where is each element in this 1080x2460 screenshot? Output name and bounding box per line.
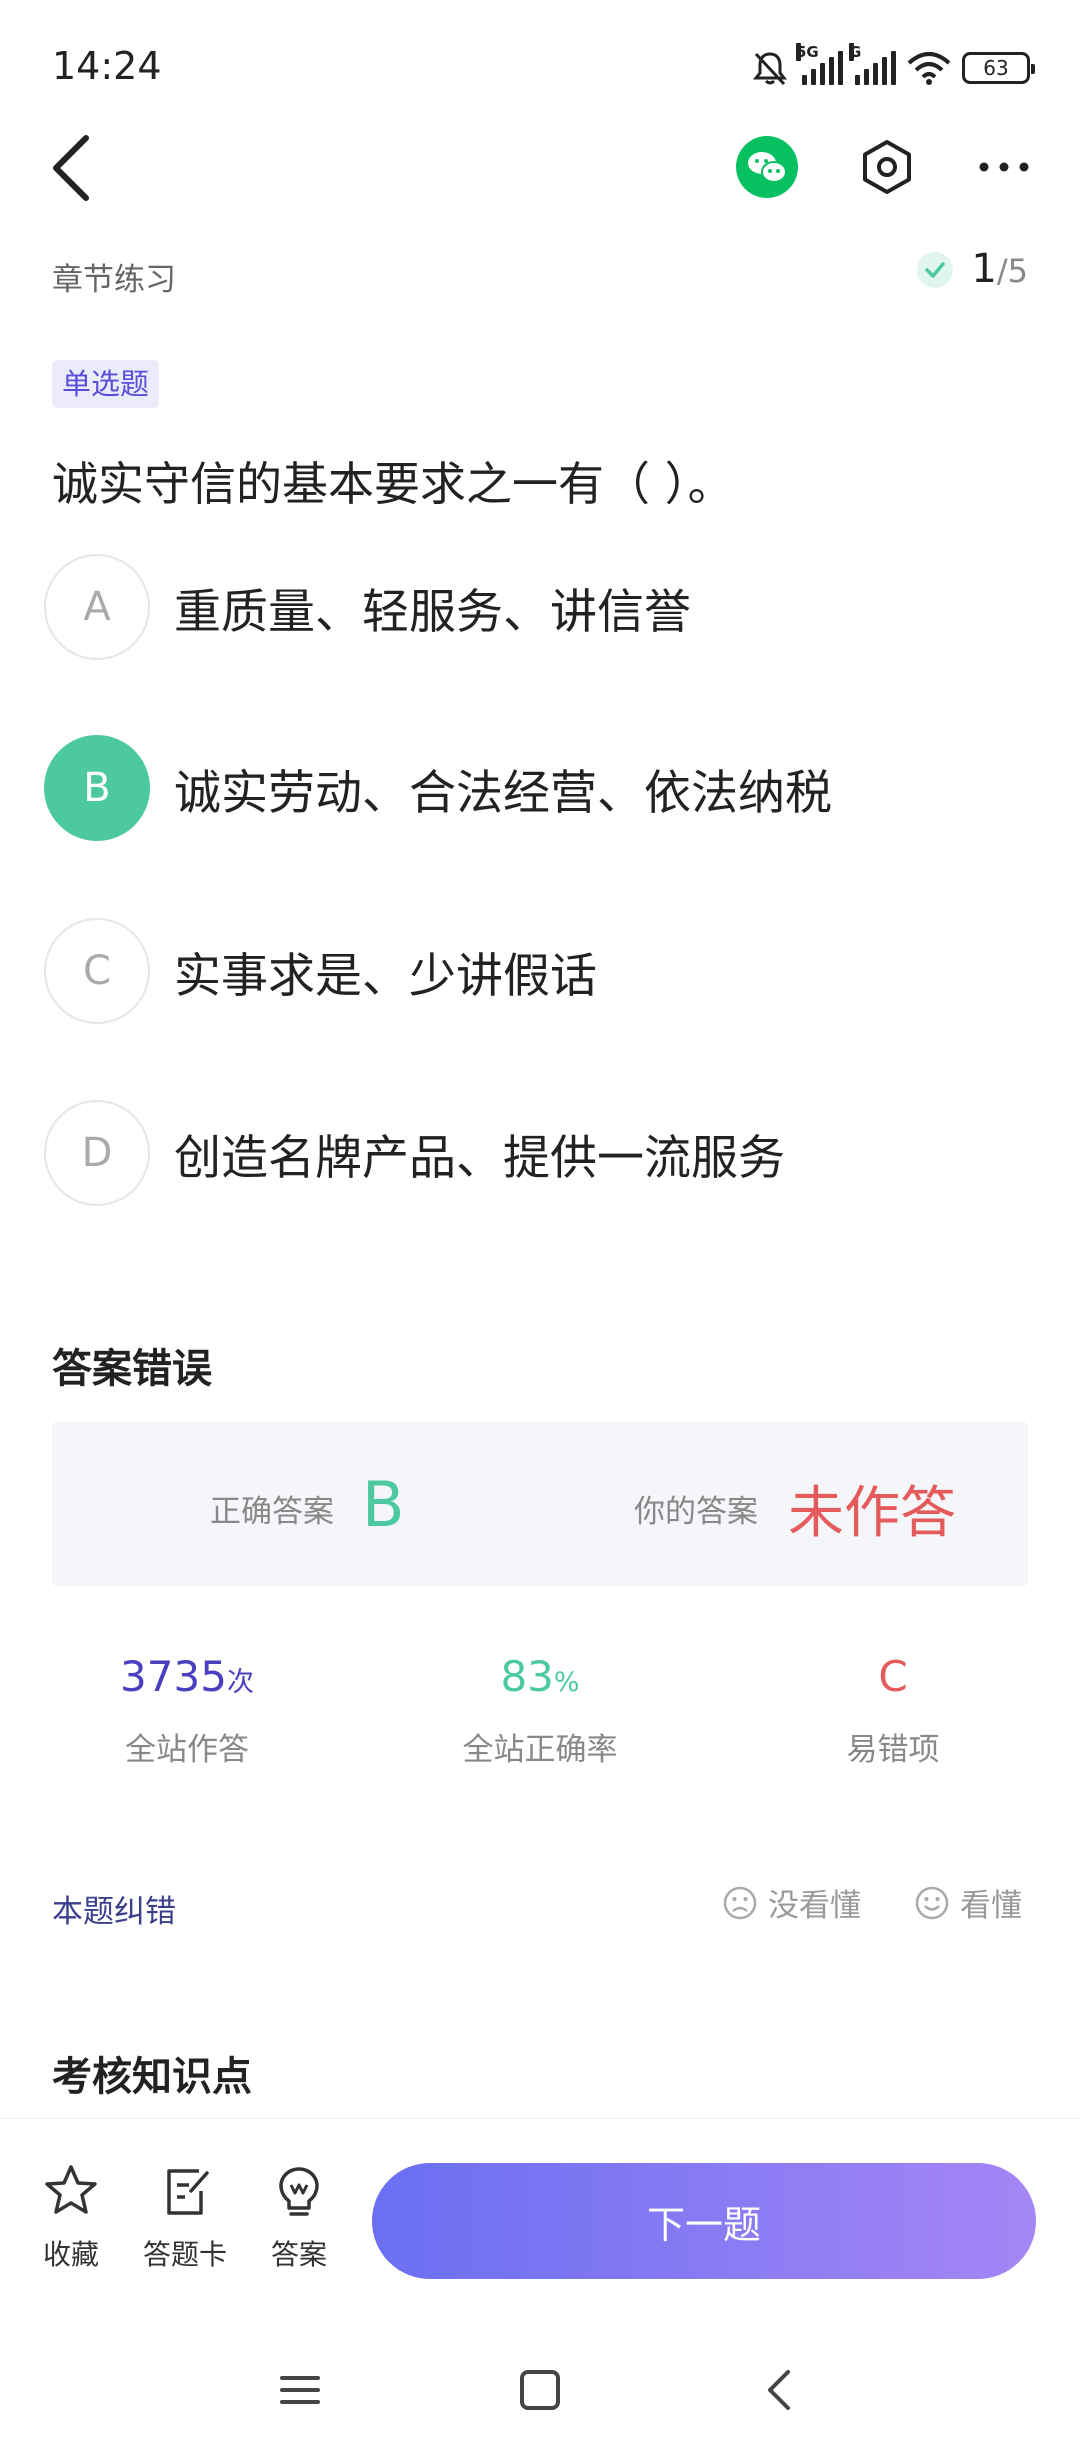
back-icon [768, 2370, 790, 2410]
stat-attempts: 3735次 全站作答 [27, 1652, 347, 1769]
stat-number: 3735 [120, 1652, 227, 1701]
check-icon [917, 252, 954, 288]
stat-number: 83 [500, 1652, 554, 1701]
more-icon [979, 162, 1029, 172]
knowledge-point-title: 考核知识点 [52, 2054, 252, 2100]
nav-menu-button[interactable] [270, 2360, 330, 2420]
stat-label: 全站作答 [125, 1732, 249, 1768]
status-bar: 14:24 5G G 63 [0, 0, 1080, 140]
stat-common-mistake: C 易错项 [733, 1652, 1053, 1769]
stat-label: 易错项 [846, 1732, 940, 1768]
signal-tag-g: G [849, 43, 862, 61]
stat-unit: % [553, 1667, 580, 1698]
answer-card-label: 答题卡 [142, 2238, 227, 2271]
section-label: 章节练习 [52, 262, 176, 298]
answer-card-icon [167, 2169, 209, 2215]
answer-card-button[interactable]: 答题卡 [130, 2161, 240, 2273]
system-nav-bar [0, 2330, 1080, 2460]
progress-current: 1 [971, 246, 997, 292]
option-letter: C [44, 918, 150, 1024]
signal-icon-2: G [849, 43, 896, 85]
stat-label: 全站正确率 [462, 1732, 618, 1768]
understood-label: 看懂 [960, 1888, 1022, 1924]
stat-value: 83% [380, 1652, 700, 1708]
option-text: 实事求是、少讲假话 [174, 948, 597, 1004]
understood-button[interactable]: 看懂 [914, 1880, 1022, 1925]
option-letter: A [44, 554, 150, 660]
not-understood-label: 没看懂 [768, 1888, 861, 1924]
wifi-icon [907, 52, 951, 85]
back-icon [53, 135, 89, 201]
smile-face-icon [915, 1886, 949, 1919]
more-button[interactable] [976, 136, 1032, 198]
back-button[interactable] [46, 128, 96, 208]
menu-icon [280, 2376, 320, 2404]
option-a[interactable]: A 重质量、轻服务、讲信誉 [44, 554, 1034, 660]
stat-unit: 次 [226, 1667, 254, 1698]
settings-icon [863, 140, 911, 194]
signal-tag-5g: 5G [796, 43, 819, 61]
question-text: 诚实守信的基本要求之一有（ ）。 [52, 457, 734, 511]
answer-comparison: 正确答案 B 你的答案 未作答 [52, 1422, 1028, 1586]
stat-accuracy: 83% 全站正确率 [380, 1652, 700, 1769]
your-answer-value: 未作答 [788, 1481, 956, 1546]
bell-off-icon [752, 52, 788, 86]
stat-value: 3735次 [27, 1652, 347, 1708]
wechat-share-button[interactable] [736, 136, 798, 198]
option-c[interactable]: C 实事求是、少讲假话 [44, 918, 1034, 1024]
option-d[interactable]: D 创造名牌产品、提供一流服务 [44, 1100, 1034, 1206]
next-question-button[interactable]: 下一题 [372, 2163, 1036, 2279]
question-type-badge: 单选题 [52, 360, 160, 408]
answer-label: 答案 [270, 2238, 327, 2271]
report-error-link[interactable]: 本题纠错 [52, 1886, 176, 1931]
question-progress[interactable]: 1 / 5 [917, 246, 1028, 292]
nav-home-button[interactable] [510, 2360, 570, 2420]
nav-back-button[interactable] [750, 2360, 810, 2420]
settings-button[interactable] [856, 136, 918, 198]
option-letter: B [44, 735, 150, 841]
not-understood-button[interactable]: 没看懂 [722, 1880, 861, 1925]
option-text: 创造名牌产品、提供一流服务 [174, 1130, 785, 1186]
stat-value: C [733, 1652, 1053, 1708]
result-title: 答案错误 [52, 1346, 212, 1392]
sad-face-icon [723, 1886, 757, 1919]
option-text: 诚实劳动、合法经营、依法纳税 [174, 765, 832, 821]
progress-total: 5 [1007, 252, 1028, 290]
progress-separator: / [996, 252, 1008, 290]
bottom-action-bar: 收藏 答题卡 答案 下一题 [0, 2118, 1080, 2314]
correct-answer-label: 正确答案 [210, 1494, 334, 1530]
option-letter: D [44, 1100, 150, 1206]
option-text: 重质量、轻服务、讲信誉 [174, 584, 691, 640]
status-time: 14:24 [52, 44, 162, 88]
wechat-icon [748, 152, 787, 183]
favorite-label: 收藏 [42, 2238, 99, 2271]
correct-answer-value: B [362, 1468, 405, 1541]
your-answer-label: 你的答案 [634, 1494, 758, 1530]
favorite-button[interactable]: 收藏 [16, 2161, 126, 2273]
star-icon [45, 2165, 97, 2214]
lightbulb-icon [279, 2167, 319, 2216]
home-icon [520, 2370, 560, 2410]
option-b[interactable]: B 诚实劳动、合法经营、依法纳税 [44, 735, 1034, 841]
battery-level: 63 [983, 56, 1009, 80]
signal-icon: 5G [796, 43, 843, 85]
status-icons: 5G G 63 [750, 43, 1035, 90]
stat-number: C [878, 1652, 908, 1701]
answer-button[interactable]: 答案 [244, 2161, 354, 2273]
battery-icon: 63 [962, 52, 1035, 84]
